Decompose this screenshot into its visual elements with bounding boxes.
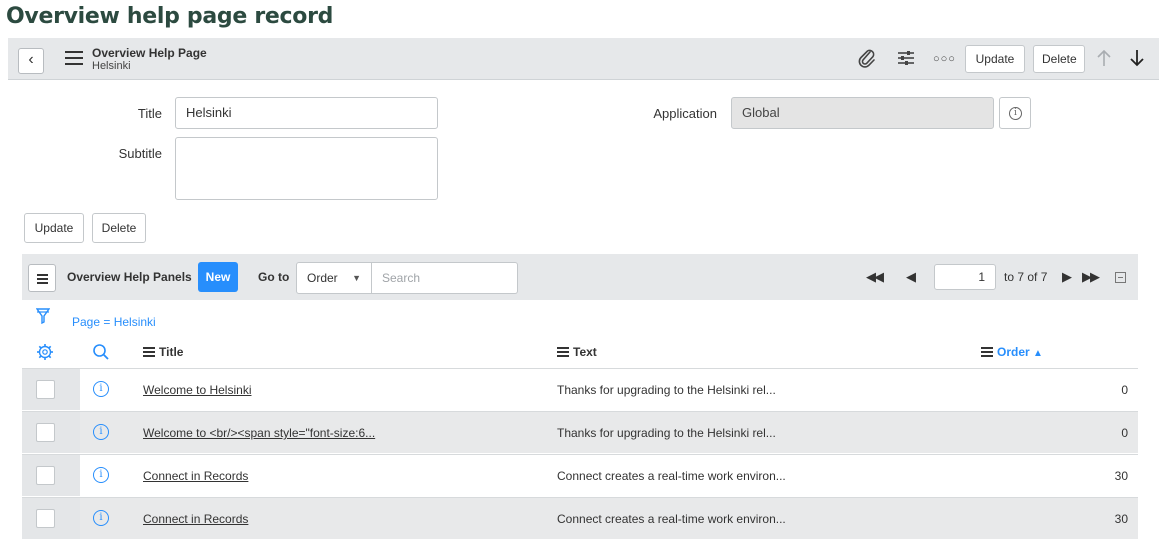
application-info-button[interactable]: i bbox=[999, 97, 1031, 129]
back-button[interactable]: ‹ bbox=[18, 48, 44, 74]
info-icon[interactable]: i bbox=[93, 510, 109, 526]
row-select-cell bbox=[22, 369, 80, 410]
list-title: Overview Help Panels bbox=[67, 270, 192, 284]
filter-breadcrumb[interactable]: Page = Helsinki bbox=[72, 315, 156, 329]
new-button[interactable]: New bbox=[198, 262, 238, 292]
row-order: 0 bbox=[1121, 426, 1128, 440]
row-checkbox[interactable] bbox=[36, 423, 55, 442]
application-field: Global bbox=[731, 97, 994, 129]
next-page-icon[interactable]: ▶ bbox=[1062, 269, 1072, 285]
page-heading: Overview help page record bbox=[6, 4, 334, 29]
hamburger-icon[interactable] bbox=[65, 51, 83, 65]
table-row[interactable]: i Welcome to Helsinki Thanks for upgradi… bbox=[22, 368, 1138, 410]
row-order: 30 bbox=[1114, 512, 1128, 526]
header-delete-button[interactable]: Delete bbox=[1033, 45, 1085, 73]
list-search-input[interactable]: Search bbox=[372, 262, 518, 294]
subtitle-field[interactable] bbox=[175, 137, 438, 200]
goto-field-select[interactable]: Order ▼ bbox=[296, 262, 372, 294]
column-header-title[interactable]: Title bbox=[143, 345, 183, 359]
info-icon[interactable]: i bbox=[93, 424, 109, 440]
row-checkbox[interactable] bbox=[36, 380, 55, 399]
form-header: ‹ Overview Help Page Helsinki ○○○ Update… bbox=[8, 38, 1159, 80]
more-icon[interactable]: ○○○ bbox=[933, 48, 956, 70]
settings-sliders-icon[interactable] bbox=[896, 48, 916, 73]
row-checkbox[interactable] bbox=[36, 509, 55, 528]
column-order-label: Order bbox=[997, 345, 1030, 359]
row-text: Connect creates a real-time work environ… bbox=[557, 512, 786, 526]
page-number-input[interactable]: 1 bbox=[934, 264, 996, 290]
row-title-link[interactable]: Connect in Records bbox=[143, 469, 248, 483]
row-select-cell bbox=[22, 498, 80, 539]
row-select-cell bbox=[22, 412, 80, 453]
table-row[interactable]: i Connect in Records Connect creates a r… bbox=[22, 454, 1138, 496]
arrow-up-icon[interactable] bbox=[1096, 48, 1112, 73]
column-header-text[interactable]: Text bbox=[557, 345, 597, 359]
row-select-cell bbox=[22, 455, 80, 496]
row-title-link[interactable]: Connect in Records bbox=[143, 512, 248, 526]
collapse-icon[interactable] bbox=[1115, 272, 1126, 283]
goto-field-value: Order bbox=[307, 271, 338, 285]
form-update-button[interactable]: Update bbox=[24, 213, 84, 243]
prev-page-icon[interactable]: ◀ bbox=[906, 269, 916, 285]
subtitle-label: Subtitle bbox=[118, 146, 162, 161]
chevron-down-icon: ▼ bbox=[352, 273, 361, 283]
column-title-label: Title bbox=[159, 345, 184, 359]
table-row[interactable]: i Connect in Records Connect creates a r… bbox=[22, 497, 1138, 539]
column-menu-icon[interactable] bbox=[981, 346, 993, 357]
row-checkbox[interactable] bbox=[36, 466, 55, 485]
first-page-icon[interactable]: ◀◀ bbox=[866, 269, 884, 285]
header-update-button[interactable]: Update bbox=[965, 45, 1025, 73]
application-label: Application bbox=[653, 106, 717, 121]
row-title-link[interactable]: Welcome to Helsinki bbox=[143, 383, 251, 397]
filter-icon[interactable] bbox=[35, 308, 51, 329]
title-field[interactable]: Helsinki bbox=[175, 97, 438, 129]
info-icon[interactable]: i bbox=[93, 467, 109, 483]
form-delete-button[interactable]: Delete bbox=[92, 213, 146, 243]
page-of-label: to 7 of 7 bbox=[1004, 270, 1048, 284]
paperclip-icon[interactable] bbox=[858, 48, 876, 73]
list-menu-button[interactable] bbox=[28, 264, 56, 292]
row-text: Thanks for upgrading to the Helsinki rel… bbox=[557, 383, 776, 397]
search-icon[interactable] bbox=[92, 343, 110, 366]
gear-icon[interactable] bbox=[36, 343, 54, 366]
goto-label: Go to bbox=[258, 270, 290, 284]
header-subtitle: Helsinki bbox=[92, 60, 131, 72]
back-icon: ‹ bbox=[28, 51, 34, 68]
column-menu-icon[interactable] bbox=[143, 346, 155, 357]
header-title: Overview Help Page bbox=[92, 46, 207, 60]
info-icon: i bbox=[1009, 107, 1022, 120]
related-list-toolbar: Overview Help Panels New Go to Order ▼ S… bbox=[22, 254, 1138, 300]
column-header-order[interactable]: Order ▲ bbox=[981, 345, 1043, 359]
sort-ascending-icon: ▲ bbox=[1033, 348, 1043, 359]
row-order: 30 bbox=[1114, 469, 1128, 483]
title-label: Title bbox=[137, 106, 162, 121]
info-icon[interactable]: i bbox=[93, 381, 109, 397]
row-order: 0 bbox=[1121, 383, 1128, 397]
last-page-icon[interactable]: ▶▶ bbox=[1082, 269, 1100, 285]
column-text-label: Text bbox=[573, 345, 597, 359]
column-menu-icon[interactable] bbox=[557, 346, 569, 357]
table-row[interactable]: i Welcome to <br/><span style="font-size… bbox=[22, 411, 1138, 453]
row-text: Connect creates a real-time work environ… bbox=[557, 469, 786, 483]
arrow-down-icon[interactable] bbox=[1129, 48, 1145, 73]
row-title-link[interactable]: Welcome to <br/><span style="font-size:6… bbox=[143, 426, 375, 440]
row-text: Thanks for upgrading to the Helsinki rel… bbox=[557, 426, 776, 440]
